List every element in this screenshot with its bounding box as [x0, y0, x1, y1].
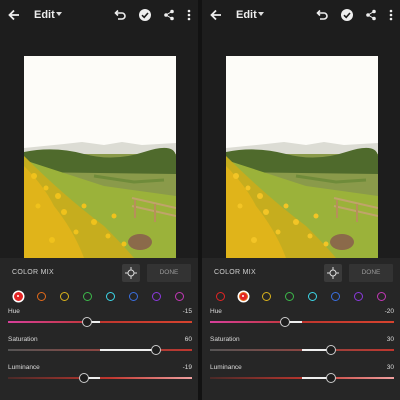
slider-track[interactable]	[210, 321, 394, 323]
slider-value: 60	[184, 336, 192, 343]
slider-hue[interactable]: Hue -15	[8, 308, 192, 336]
slider-value: -15	[182, 308, 192, 315]
color-swatch-1[interactable]	[239, 292, 248, 301]
caret-down-icon[interactable]	[56, 12, 62, 16]
color-mix-panel: COLOR MIX DONE Hue -15 Saturation 60 Luminan…	[0, 258, 198, 400]
color-swatch-5[interactable]	[129, 292, 138, 301]
back-arrow-icon[interactable]	[6, 7, 22, 23]
slider-label: Hue	[8, 308, 20, 315]
landscape-photo-image	[226, 56, 378, 258]
slider-label: Saturation	[210, 336, 240, 343]
slider-label: Saturation	[8, 336, 38, 343]
undo-icon[interactable]	[113, 8, 127, 22]
color-swatch-7[interactable]	[377, 292, 386, 301]
slider-thumb[interactable]	[78, 373, 89, 383]
more-vertical-icon[interactable]	[182, 8, 196, 22]
slider-value: -19	[182, 364, 192, 371]
color-swatches	[214, 292, 390, 304]
color-swatch-2[interactable]	[262, 292, 271, 301]
done-button[interactable]: DONE	[147, 264, 191, 282]
slider-thumb[interactable]	[325, 345, 336, 355]
color-mix-label: COLOR MIX	[12, 269, 54, 276]
slider-thumb[interactable]	[82, 317, 93, 327]
slider-track[interactable]	[8, 377, 192, 379]
caret-down-icon[interactable]	[258, 12, 264, 16]
color-swatch-2[interactable]	[60, 292, 69, 301]
selected-dot	[16, 294, 20, 298]
target-adjust-button[interactable]	[122, 264, 140, 282]
slider-thumb[interactable]	[151, 345, 162, 355]
color-swatch-0[interactable]	[216, 292, 225, 301]
color-swatch-4[interactable]	[308, 292, 317, 301]
back-arrow-icon[interactable]	[208, 7, 224, 23]
editor-panel-right: Edit COLOR MIX DONE Hue -20 Saturation 3…	[202, 0, 400, 400]
app-screens: Edit COLOR MIX DONE Hue -15 Saturation 6…	[0, 0, 400, 400]
slider-hue[interactable]: Hue -20	[210, 308, 394, 336]
slider-luminance[interactable]: Luminance 30	[210, 364, 394, 392]
color-mix-panel: COLOR MIX DONE Hue -20 Saturation 30 Luminan…	[202, 258, 400, 400]
top-bar: Edit	[0, 0, 198, 32]
color-swatch-6[interactable]	[152, 292, 161, 301]
share-icon[interactable]	[364, 8, 378, 22]
color-swatch-3[interactable]	[285, 292, 294, 301]
photo-canvas	[202, 32, 400, 258]
landscape-photo	[226, 56, 378, 258]
undo-icon[interactable]	[315, 8, 329, 22]
color-swatch-7[interactable]	[175, 292, 184, 301]
slider-label: Hue	[210, 308, 222, 315]
landscape-photo	[24, 56, 176, 258]
slider-thumb[interactable]	[325, 373, 336, 383]
top-bar: Edit	[202, 0, 400, 32]
target-adjust-icon	[125, 267, 137, 279]
photo-canvas	[0, 32, 198, 258]
more-vertical-icon[interactable]	[384, 8, 398, 22]
edit-title[interactable]: Edit	[236, 9, 257, 21]
done-button[interactable]: DONE	[349, 264, 393, 282]
slider-fill	[100, 349, 156, 351]
color-mix-label: COLOR MIX	[214, 269, 256, 276]
slider-thumb[interactable]	[279, 317, 290, 327]
slider-value: -20	[384, 308, 394, 315]
slider-saturation[interactable]: Saturation 60	[8, 336, 192, 364]
color-swatch-6[interactable]	[354, 292, 363, 301]
slider-luminance[interactable]: Luminance -19	[8, 364, 192, 392]
slider-label: Luminance	[8, 364, 40, 371]
target-adjust-button[interactable]	[324, 264, 342, 282]
color-swatch-4[interactable]	[106, 292, 115, 301]
target-adjust-icon	[327, 267, 339, 279]
color-swatch-3[interactable]	[83, 292, 92, 301]
slider-saturation[interactable]: Saturation 30	[210, 336, 394, 364]
slider-label: Luminance	[210, 364, 242, 371]
share-icon[interactable]	[162, 8, 176, 22]
edit-title[interactable]: Edit	[34, 9, 55, 21]
slider-value: 30	[386, 336, 394, 343]
check-icon[interactable]	[138, 8, 152, 22]
color-swatches	[12, 292, 188, 304]
color-swatch-0[interactable]	[14, 292, 23, 301]
color-swatch-5[interactable]	[331, 292, 340, 301]
color-swatch-1[interactable]	[37, 292, 46, 301]
slider-track[interactable]	[8, 321, 192, 323]
editor-panel-left: Edit COLOR MIX DONE Hue -15 Saturation 6…	[0, 0, 198, 400]
landscape-photo-image	[24, 56, 176, 258]
slider-value: 30	[386, 364, 394, 371]
selected-dot	[241, 294, 245, 298]
check-icon[interactable]	[340, 8, 354, 22]
